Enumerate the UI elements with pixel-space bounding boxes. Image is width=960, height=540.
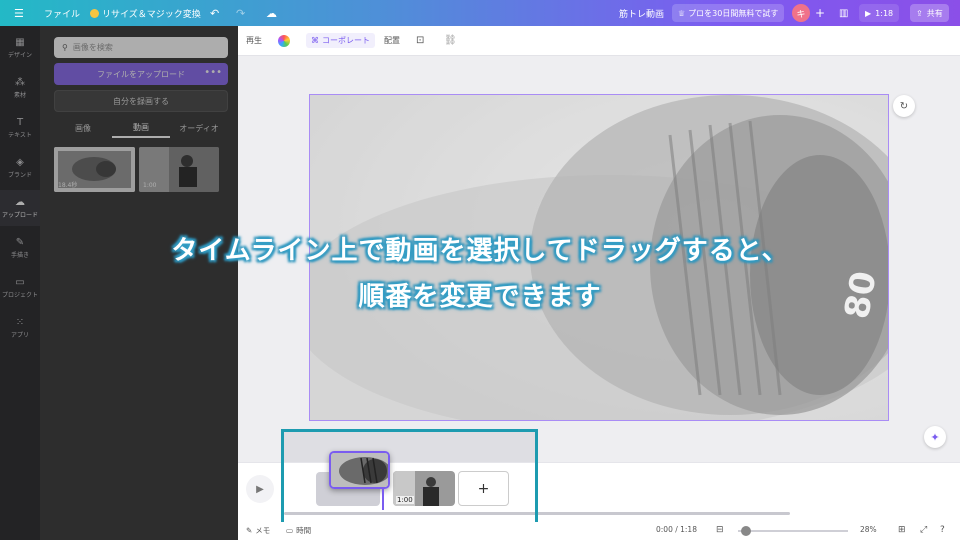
sidebar-item-elements[interactable]: ⁂ 素材 <box>0 70 40 106</box>
play-icon: ▶ <box>865 8 872 18</box>
zoom-slider[interactable] <box>738 530 848 532</box>
bottom-bar: ✎ メモ ▭ 時間 0:00 / 1:18 ⊟ 28% ⊞ ⤢ ? <box>238 522 960 540</box>
sidebar: ▦ デザイン ⁂ 素材 T テキスト ◈ ブランド ☁ アップロード ✎ 手描き ▭ プロジェ… <box>0 26 40 540</box>
sparkle-icon <box>90 8 99 18</box>
notes-label: メモ <box>255 526 271 535</box>
text-icon: T <box>16 116 24 128</box>
zoom-level[interactable]: 28% <box>860 525 877 534</box>
timing-label: 時間 <box>296 526 312 535</box>
top-bar: ☰ ファイル リサイズ＆マジック変換 ↶ ↷ ☁ 筋トレ動画 ♕ プロを30日間… <box>0 0 960 26</box>
play-toolbar-button[interactable]: 再生 <box>246 35 262 46</box>
sidebar-item-label: デザイン <box>7 51 32 59</box>
time-readout: 0:00 / 1:18 <box>656 525 697 534</box>
sidebar-item-brand[interactable]: ◈ ブランド <box>0 150 40 186</box>
link-icon: ⌘ <box>311 36 319 45</box>
pages-icon[interactable]: ⊟ <box>716 525 724 535</box>
upload-icon: ☁ <box>15 196 25 208</box>
fullscreen-icon[interactable]: ⤢ <box>920 525 927 535</box>
search-input[interactable]: ⚲ 画像を検索 <box>54 37 228 58</box>
record-yourself-button[interactable]: 自分を録画する <box>54 90 228 112</box>
search-placeholder: 画像を検索 <box>72 43 113 52</box>
document-title[interactable]: 筋トレ動画 <box>619 7 664 20</box>
sidebar-item-text[interactable]: T テキスト <box>0 110 40 146</box>
notes-button[interactable]: ✎ メモ <box>246 525 270 536</box>
sidebar-item-label: 手描き <box>10 251 29 259</box>
upload-file-label: ファイルをアップロード <box>97 69 185 79</box>
upload-file-button[interactable]: ファイルをアップロード ••• <box>54 63 228 85</box>
sidebar-item-upload[interactable]: ☁ アップロード <box>0 190 40 226</box>
hamburger-icon[interactable]: ☰ <box>14 7 24 20</box>
crown-icon: ♕ <box>678 8 686 18</box>
thumbnail-duration: 1:00 <box>143 182 157 189</box>
play-preview-button[interactable]: ▶ 1:18 <box>859 4 900 22</box>
timing-icon: ▭ <box>286 526 294 535</box>
sidebar-item-label: アプリ <box>10 331 29 339</box>
more-options-icon[interactable]: ••• <box>204 67 222 78</box>
sidebar-item-projects[interactable]: ▭ プロジェクト <box>0 270 40 306</box>
video-thumbnail[interactable]: 1:00 <box>139 147 219 192</box>
record-label: 自分を録画する <box>113 96 169 106</box>
plus-icon[interactable]: + <box>815 6 825 20</box>
arrange-button[interactable]: 配置 <box>384 35 400 46</box>
sidebar-item-draw[interactable]: ✎ 手描き <box>0 230 40 266</box>
file-menu[interactable]: ファイル <box>44 7 80 20</box>
help-icon[interactable]: ? <box>940 525 945 535</box>
zoom-slider-knob[interactable] <box>741 526 751 536</box>
avatar[interactable]: キ <box>792 4 810 22</box>
share-button[interactable]: ⇪ 共有 <box>910 4 949 22</box>
tab-images[interactable]: 画像 <box>54 118 112 138</box>
sidebar-item-design[interactable]: ▦ デザイン <box>0 30 40 66</box>
tab-audio[interactable]: オーディオ <box>170 118 228 138</box>
elements-icon: ⁂ <box>15 76 25 88</box>
design-icon: ▦ <box>15 36 25 48</box>
pro-trial-button[interactable]: ♕ プロを30日間無料で試す <box>672 4 785 22</box>
sidebar-item-label: テキスト <box>8 131 32 139</box>
video-thumbnail[interactable]: 18.4秒 <box>54 147 135 192</box>
notes-icon: ✎ <box>246 526 253 535</box>
color-icon[interactable] <box>278 34 290 47</box>
share-icon: ⇪ <box>916 8 923 18</box>
instruction-text-line2: 順番を変更できます <box>358 282 602 312</box>
sidebar-item-label: アップロード <box>1 211 38 219</box>
share-label: 共有 <box>926 8 943 18</box>
corporate-label: コーポレート <box>322 36 370 45</box>
lock-icon[interactable]: ⊡ <box>416 35 424 46</box>
editor-toolbar: 再生 ⌘ コーポレート 配置 ⊡ ⛓ <box>238 26 960 56</box>
sidebar-item-label: プロジェクト <box>1 291 38 299</box>
undo-icon[interactable]: ↶ <box>210 7 219 20</box>
cloud-icon[interactable]: ☁ <box>266 7 277 20</box>
pro-trial-label: プロを30日間無料で試す <box>688 8 779 18</box>
apps-icon: ⁙ <box>15 316 25 328</box>
timeline-play-button[interactable]: ▶ <box>246 475 274 503</box>
media-tabs: 画像 動画 オーディオ <box>54 118 228 138</box>
sidebar-item-label: 素材 <box>13 91 26 99</box>
resize-menu-label: リサイズ＆マジック変換 <box>102 9 201 20</box>
brand-icon: ◈ <box>16 156 24 168</box>
sidebar-item-label: ブランド <box>7 171 32 179</box>
timing-button[interactable]: ▭ 時間 <box>286 525 311 536</box>
sidebar-item-apps[interactable]: ⁙ アプリ <box>0 310 40 346</box>
search-icon: ⚲ <box>62 43 68 52</box>
thumbnail-duration: 18.4秒 <box>58 182 78 189</box>
duration-label: 1:18 <box>875 8 894 18</box>
draw-icon: ✎ <box>15 236 25 248</box>
instruction-text-line1: タイムライン上で動画を選択してドラッグすると、 <box>171 236 789 266</box>
insights-icon[interactable]: ▥ <box>839 8 848 19</box>
unlink-icon[interactable]: ⛓ <box>444 35 457 46</box>
magic-sparkle-icon[interactable]: ✦ <box>924 426 946 448</box>
refresh-icon[interactable]: ↻ <box>893 95 915 117</box>
play-icon: ▶ <box>256 483 264 495</box>
resize-menu[interactable]: リサイズ＆マジック変換 <box>90 7 201 20</box>
grid-view-icon[interactable]: ⊞ <box>898 525 906 535</box>
folder-icon: ▭ <box>15 276 25 288</box>
redo-icon[interactable]: ↷ <box>236 7 245 20</box>
tab-videos[interactable]: 動画 <box>112 118 170 138</box>
corporate-style-button[interactable]: ⌘ コーポレート <box>306 33 375 48</box>
tutorial-highlight-box <box>281 429 538 527</box>
